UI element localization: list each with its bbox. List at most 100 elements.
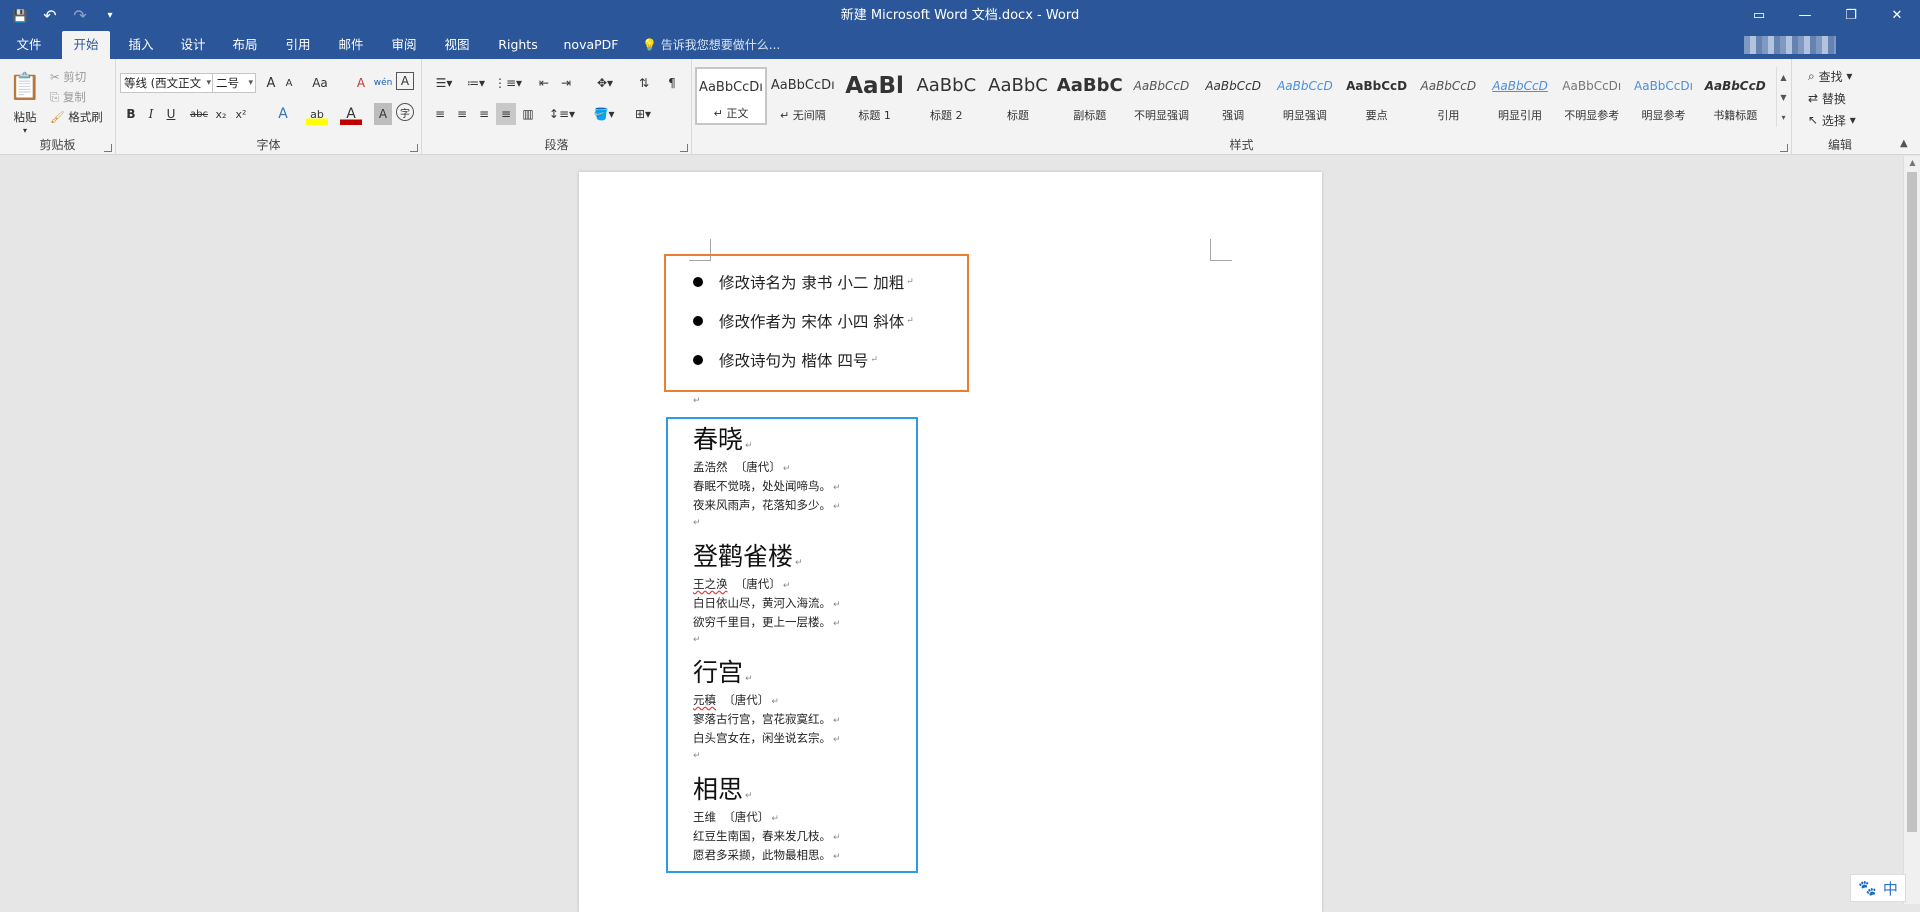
justify-icon[interactable]: ≡	[496, 103, 516, 125]
paragraph-launcher[interactable]	[680, 144, 688, 152]
style-strong[interactable]: AaBbCcD 要点	[1341, 67, 1413, 125]
gallery-more-icon[interactable]: ▾	[1777, 107, 1790, 127]
chinese-layout-icon[interactable]: ✥▾	[590, 72, 620, 94]
sort-icon[interactable]: ⇅	[634, 72, 654, 94]
tab-insert[interactable]: 插入	[120, 31, 162, 59]
tab-references[interactable]: 引用	[277, 31, 319, 59]
poem-author[interactable]: 王之涣 〔唐代〕 ↵	[693, 576, 790, 592]
borders-icon[interactable]: ⊞▾	[628, 103, 658, 125]
tab-review[interactable]: 审阅	[383, 31, 425, 59]
grow-font-button[interactable]: A	[262, 72, 280, 94]
collapse-ribbon-icon[interactable]: ▲	[1900, 138, 1908, 149]
poem-line[interactable]: 夜来风雨声，花落知多少。 ↵	[693, 497, 841, 513]
increase-indent-icon[interactable]: ⇥	[556, 72, 576, 94]
italic-button[interactable]: I	[142, 103, 160, 125]
bold-button[interactable]: B	[122, 103, 140, 125]
style-heading-1[interactable]: AaBl 标题 1	[839, 67, 911, 125]
find-button[interactable]: ⌕ 查找 ▾	[1808, 65, 1878, 87]
font-launcher[interactable]	[410, 144, 418, 152]
character-border-button[interactable]: A	[396, 72, 414, 90]
tab-rights[interactable]: Rights	[492, 31, 544, 59]
style-book-title[interactable]: AaBbCcD 书籍标题	[1699, 67, 1771, 125]
tab-novapdf[interactable]: novaPDF	[558, 31, 624, 59]
copy-button[interactable]: ⎘ 复制	[50, 86, 110, 108]
gallery-down-icon[interactable]: ▼	[1777, 87, 1790, 107]
tab-design[interactable]: 设计	[172, 31, 214, 59]
poem-title[interactable]: 相思 ↵	[693, 770, 753, 806]
shrink-font-button[interactable]: A	[280, 72, 298, 94]
multilevel-list-icon[interactable]: ⋮≡▾	[494, 72, 522, 94]
list-item[interactable]: 修改诗名为 隶书 小二 加粗 ↵	[693, 270, 914, 294]
styles-launcher[interactable]	[1780, 144, 1788, 152]
list-item[interactable]: 修改作者为 宋体 小四 斜体 ↵	[693, 309, 914, 333]
replace-button[interactable]: ⇄ 替换	[1808, 87, 1878, 109]
font-name-dropdown[interactable]: 等线 (西文正文	[120, 73, 214, 93]
style-subtitle[interactable]: AaBbC 副标题	[1054, 67, 1126, 125]
style-subtle-emphasis[interactable]: AaBbCcD 不明显强调	[1126, 67, 1198, 125]
gallery-up-icon[interactable]: ▲	[1777, 67, 1790, 87]
paste-dropdown-icon[interactable]: ▾	[6, 124, 44, 136]
poem-line[interactable]: 春眠不觉晓，处处闻啼鸟。 ↵	[693, 478, 841, 494]
clipboard-launcher[interactable]	[104, 144, 112, 152]
paste-icon[interactable]: 📋	[8, 67, 42, 107]
style-title[interactable]: AaBbC 标题	[982, 67, 1054, 125]
align-right-icon[interactable]: ≡	[474, 103, 494, 125]
customize-qat-icon[interactable]: ▾	[98, 4, 122, 28]
poem-line[interactable]: 欲穷千里目，更上一层楼。 ↵	[693, 614, 841, 630]
style-intense-emphasis[interactable]: AaBbCcD 明显强调	[1269, 67, 1341, 125]
cut-button[interactable]: ✂ 剪切	[50, 66, 110, 88]
phonetic-guide-button[interactable]: wén	[374, 72, 393, 94]
poem-title[interactable]: 行宫 ↵	[693, 653, 753, 689]
distributed-icon[interactable]: ▥	[518, 103, 538, 125]
scrollbar-thumb[interactable]	[1907, 172, 1917, 832]
shading-icon[interactable]: 🪣▾	[590, 103, 618, 125]
font-size-dropdown[interactable]: 二号	[212, 73, 256, 93]
poem-title[interactable]: 登鹳雀楼 ↵	[693, 537, 803, 573]
align-left-icon[interactable]: ≡	[430, 103, 450, 125]
character-shading-button[interactable]: A	[374, 103, 392, 125]
poem-line[interactable]: 愿君多采撷，此物最相思。 ↵	[693, 847, 841, 863]
poem-author[interactable]: 孟浩然 〔唐代〕 ↵	[693, 459, 790, 475]
restore-button[interactable]: ❐	[1828, 0, 1874, 31]
format-painter-button[interactable]: 🖌 格式刷	[50, 106, 114, 128]
numbering-icon[interactable]: ≔▾	[462, 72, 490, 94]
paste-button[interactable]: 粘贴	[6, 109, 44, 125]
poem-line[interactable]: 红豆生南国，春来发几枝。 ↵	[693, 828, 841, 844]
redo-icon[interactable]: ↷	[68, 4, 92, 28]
style-quote[interactable]: AaBbCcD 引用	[1412, 67, 1484, 125]
subscript-button[interactable]: x₂	[212, 103, 230, 125]
tab-view[interactable]: 视图	[436, 31, 478, 59]
style-heading-2[interactable]: AaBbC 标题 2	[910, 67, 982, 125]
strikethrough-button[interactable]: abc	[188, 103, 210, 125]
poem-line[interactable]: 寥落古行宫，宫花寂寞红。 ↵	[693, 711, 841, 727]
font-color-button[interactable]: A	[340, 103, 362, 125]
text-effects-button[interactable]: A	[272, 103, 294, 125]
tab-layout[interactable]: 布局	[224, 31, 266, 59]
undo-icon[interactable]: ↶	[38, 4, 62, 28]
change-case-button[interactable]: Aa	[306, 72, 334, 94]
select-button[interactable]: ↖ 选择 ▾	[1808, 109, 1878, 131]
style-normal[interactable]: AaBbCcDı ↵ 正文	[695, 67, 767, 125]
tab-mailings[interactable]: 邮件	[330, 31, 372, 59]
save-icon[interactable]: 💾	[8, 4, 32, 28]
underline-button[interactable]: U	[162, 103, 180, 125]
enclose-characters-button[interactable]: 字	[396, 103, 414, 121]
scroll-up-icon[interactable]: ▲	[1904, 156, 1920, 170]
line-spacing-icon[interactable]: ↕≡▾	[548, 103, 576, 125]
show-marks-icon[interactable]: ¶	[662, 72, 682, 94]
poem-author[interactable]: 元稹 〔唐代〕 ↵	[693, 692, 779, 708]
poem-line[interactable]: 白头宫女在，闲坐说玄宗。 ↵	[693, 730, 841, 746]
tell-me-box[interactable]: 💡 告诉我您想要做什么...	[642, 31, 780, 59]
ime-indicator[interactable]: 🐾 中	[1850, 874, 1906, 902]
poem-author[interactable]: 王维 〔唐代〕 ↵	[693, 809, 779, 825]
style-intense-quote[interactable]: AaBbCcD 明显引用	[1484, 67, 1556, 125]
vertical-scrollbar[interactable]: ▲	[1903, 156, 1920, 904]
style-emphasis[interactable]: AaBbCcD 强调	[1197, 67, 1269, 125]
poem-line[interactable]: 白日依山尽，黄河入海流。 ↵	[693, 595, 841, 611]
decrease-indent-icon[interactable]: ⇤	[534, 72, 554, 94]
ribbon-display-options-button[interactable]: ▭	[1736, 0, 1782, 31]
superscript-button[interactable]: x²	[232, 103, 250, 125]
minimize-button[interactable]: —	[1782, 0, 1828, 31]
list-item[interactable]: 修改诗句为 楷体 四号 ↵	[693, 348, 878, 372]
style-no-spacing[interactable]: AaBbCcDı ↵ 无间隔	[767, 67, 839, 125]
